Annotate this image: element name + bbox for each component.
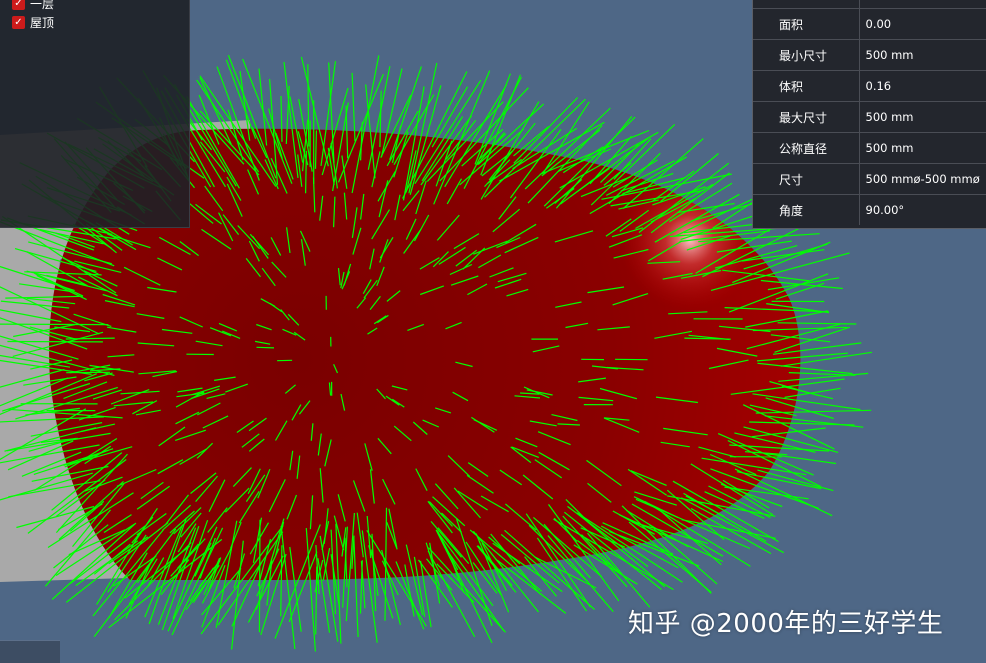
checkbox-icon[interactable]: ✓ [12, 0, 25, 10]
normal-line [681, 519, 776, 539]
property-row[interactable]: 面积 0.00 [753, 8, 986, 40]
property-key: 体积 [753, 70, 860, 102]
layer-item-roof[interactable]: ✓ 屋顶 [12, 13, 54, 31]
checkbox-icon[interactable]: ✓ [12, 15, 25, 29]
normal-line [734, 468, 833, 517]
layer-label: 屋顶 [30, 15, 55, 30]
layer-item-first-floor[interactable]: ✓ 一层 [12, 0, 54, 12]
property-row[interactable]: 公称直径 500 mm [753, 132, 986, 164]
property-key: 最大尺寸 [753, 101, 860, 133]
property-value: 500 mm [859, 101, 986, 133]
property-value: 0.00 [859, 8, 986, 40]
normal-line [256, 346, 275, 349]
properties-table: 面积 0.00 最小尺寸 500 mm 体积 0.16 最大尺寸 500 mm … [753, 0, 986, 225]
normal-line [613, 138, 652, 180]
layer-panel: ✓ 一层 ✓ 屋顶 [0, 0, 190, 228]
watermark: 知乎 @2000年的三好学生 [628, 609, 944, 639]
property-value: 500 mmø-500 mmø [859, 163, 986, 195]
property-key: 面积 [753, 8, 860, 40]
property-row[interactable]: 最小尺寸 500 mm [753, 39, 986, 71]
property-value: 90.00° [859, 194, 986, 225]
layer-label: 一层 [30, 0, 55, 11]
property-value: 0.16 [859, 70, 986, 102]
property-value: 500 mm [859, 132, 986, 164]
property-value: 500 mm [859, 39, 986, 71]
property-key: 角度 [753, 194, 860, 225]
normal-line [258, 519, 261, 633]
property-row[interactable]: 角度 90.00° [753, 194, 986, 225]
property-row[interactable]: 尺寸 500 mmø-500 mmø [753, 163, 986, 195]
properties-panel: 面积 0.00 最小尺寸 500 mm 体积 0.16 最大尺寸 500 mm … [752, 0, 986, 229]
normal-line [351, 72, 356, 142]
normal-line [0, 323, 109, 326]
property-row[interactable]: 最大尺寸 500 mm [753, 101, 986, 133]
property-key: 最小尺寸 [753, 39, 860, 71]
property-key: 尺寸 [753, 163, 860, 195]
view-toolbar [0, 640, 60, 663]
property-key: 公称直径 [753, 132, 860, 164]
property-row[interactable]: 体积 0.16 [753, 70, 986, 102]
